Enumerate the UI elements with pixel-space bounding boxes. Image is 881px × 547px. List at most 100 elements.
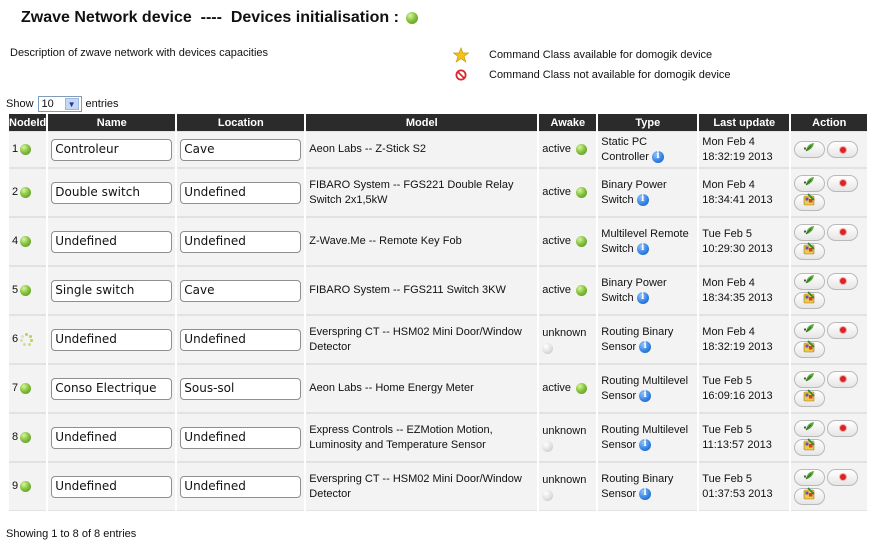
add-leaf-icon bbox=[803, 322, 816, 339]
location-input[interactable]: Undefined bbox=[180, 475, 302, 498]
edit-device-button[interactable] bbox=[794, 340, 826, 358]
info-icon[interactable]: i bbox=[639, 340, 652, 353]
last-update-day: Mon Feb 4 bbox=[702, 325, 755, 338]
model-cell: Z-Wave.Me -- Remote Key Fob bbox=[306, 217, 538, 266]
name-input[interactable]: Single switch bbox=[51, 279, 173, 302]
nodeid-text: 2 bbox=[12, 186, 19, 198]
column-header-model[interactable]: Model bbox=[306, 114, 538, 131]
column-header-location[interactable]: Location bbox=[177, 114, 305, 131]
model-cell: Everspring CT -- HSM02 Mini Door/Window … bbox=[306, 462, 538, 511]
edit-device-button[interactable] bbox=[794, 487, 826, 505]
location-input[interactable]: Undefined bbox=[180, 181, 302, 204]
location-input[interactable]: Undefined bbox=[180, 230, 302, 253]
type-cell: Binary Power Switch i bbox=[598, 168, 698, 217]
column-header-last-update[interactable]: Last update bbox=[699, 114, 790, 131]
info-icon[interactable]: i bbox=[636, 193, 649, 206]
name-input[interactable]: Undefined bbox=[51, 426, 173, 449]
location-cell: Cave bbox=[177, 266, 305, 315]
name-input[interactable]: Conso Electrique bbox=[51, 377, 173, 400]
nodeid-text: 7 bbox=[12, 382, 19, 394]
awake-status-icon bbox=[542, 342, 554, 354]
node-status-icon bbox=[20, 432, 32, 443]
action-cell bbox=[791, 413, 868, 462]
awake-text: active bbox=[542, 186, 572, 198]
node-status-icon bbox=[20, 236, 32, 247]
row-actions bbox=[794, 321, 864, 358]
column-header-awake[interactable]: Awake bbox=[539, 114, 597, 131]
node-status-icon bbox=[20, 144, 32, 155]
page-header: Zwave Network device ---- Devices initia… bbox=[21, 7, 418, 29]
table-row: 1 Controleur Cave Aeon Labs -- Z-Stick S2 ac… bbox=[9, 131, 868, 168]
name-input[interactable]: Undefined bbox=[51, 328, 173, 351]
info-icon[interactable]: i bbox=[651, 150, 664, 163]
entries-label: entries bbox=[85, 98, 119, 110]
remove-node-button[interactable] bbox=[827, 370, 859, 388]
edit-device-icon bbox=[803, 487, 816, 505]
awake-status-icon bbox=[542, 489, 554, 501]
add-device-button[interactable] bbox=[794, 419, 826, 437]
record-dot-icon bbox=[839, 425, 846, 431]
remove-node-button[interactable] bbox=[827, 419, 859, 437]
add-device-button[interactable] bbox=[794, 321, 826, 339]
info-icon[interactable]: i bbox=[636, 291, 649, 304]
model-cell: Aeon Labs -- Home Energy Meter bbox=[306, 364, 538, 413]
location-input[interactable]: Undefined bbox=[180, 426, 302, 449]
name-input[interactable]: Controleur bbox=[51, 138, 173, 161]
add-device-button[interactable] bbox=[794, 141, 826, 158]
row-actions bbox=[794, 370, 864, 407]
add-device-button[interactable] bbox=[794, 370, 826, 388]
name-input[interactable]: Double switch bbox=[51, 181, 173, 204]
page-size-select[interactable]: 10 ▼ bbox=[37, 96, 82, 112]
edit-device-button[interactable] bbox=[794, 389, 826, 407]
name-input[interactable]: Undefined bbox=[51, 475, 173, 498]
last-update-cell: Tue Feb 5 10:29:30 2013 bbox=[699, 217, 790, 266]
remove-node-button[interactable] bbox=[827, 468, 859, 486]
location-cell: Sous-sol bbox=[177, 364, 305, 413]
legend-available: Command Class available for domogik devi… bbox=[453, 45, 731, 65]
remove-node-button[interactable] bbox=[827, 272, 859, 290]
add-device-button[interactable] bbox=[794, 468, 826, 486]
remove-node-button[interactable] bbox=[827, 223, 859, 241]
remove-node-button[interactable] bbox=[827, 174, 859, 192]
nodeid-text: 5 bbox=[12, 284, 19, 296]
node-status-icon bbox=[20, 481, 32, 492]
edit-device-button[interactable] bbox=[794, 193, 826, 211]
location-input[interactable]: Undefined bbox=[180, 328, 302, 351]
last-update-time: 18:32:19 2013 bbox=[702, 340, 773, 353]
location-input[interactable]: Cave bbox=[180, 138, 302, 161]
legend-unavailable: Command Class not available for domogik … bbox=[453, 65, 731, 85]
awake-status-icon bbox=[542, 440, 554, 452]
action-cell bbox=[791, 266, 868, 315]
type-text: Static PC Controller bbox=[601, 135, 649, 163]
model-cell: FIBARO System -- FGS221 Double Relay Swi… bbox=[306, 168, 538, 217]
node-status-icon bbox=[20, 187, 32, 198]
model-cell: Everspring CT -- HSM02 Mini Door/Window … bbox=[306, 315, 538, 364]
network-status-icon bbox=[405, 12, 418, 24]
column-header-type[interactable]: Type bbox=[598, 114, 698, 131]
name-input[interactable]: Undefined bbox=[51, 230, 173, 253]
add-device-button[interactable] bbox=[794, 223, 826, 241]
remove-node-button[interactable] bbox=[827, 321, 859, 339]
info-icon[interactable]: i bbox=[639, 438, 652, 451]
edit-device-button[interactable] bbox=[794, 438, 826, 456]
loading-spinner-icon bbox=[20, 333, 34, 346]
awake-td: unknown bbox=[539, 413, 597, 462]
location-input[interactable]: Cave bbox=[180, 279, 302, 302]
edit-device-button[interactable] bbox=[794, 242, 826, 260]
location-input[interactable]: Sous-sol bbox=[180, 377, 302, 400]
info-icon[interactable]: i bbox=[639, 487, 652, 500]
awake-td: active bbox=[539, 168, 597, 217]
chevron-down-icon[interactable]: ▼ bbox=[64, 98, 79, 110]
add-device-button[interactable] bbox=[794, 272, 826, 290]
edit-device-button[interactable] bbox=[794, 291, 826, 309]
column-header-nodeid[interactable]: NodeId bbox=[9, 114, 47, 131]
info-icon[interactable]: i bbox=[636, 242, 649, 255]
info-icon[interactable]: i bbox=[639, 389, 652, 402]
last-update-time: 16:09:16 2013 bbox=[702, 389, 773, 402]
table-header-row: NodeId Name Location Model Awake Type La… bbox=[9, 114, 868, 131]
column-header-name[interactable]: Name bbox=[48, 114, 176, 131]
add-device-button[interactable] bbox=[794, 174, 826, 192]
remove-node-button[interactable] bbox=[827, 141, 859, 158]
name-cell: Single switch bbox=[48, 266, 176, 315]
type-cell: Routing Binary Sensor i bbox=[598, 315, 698, 364]
